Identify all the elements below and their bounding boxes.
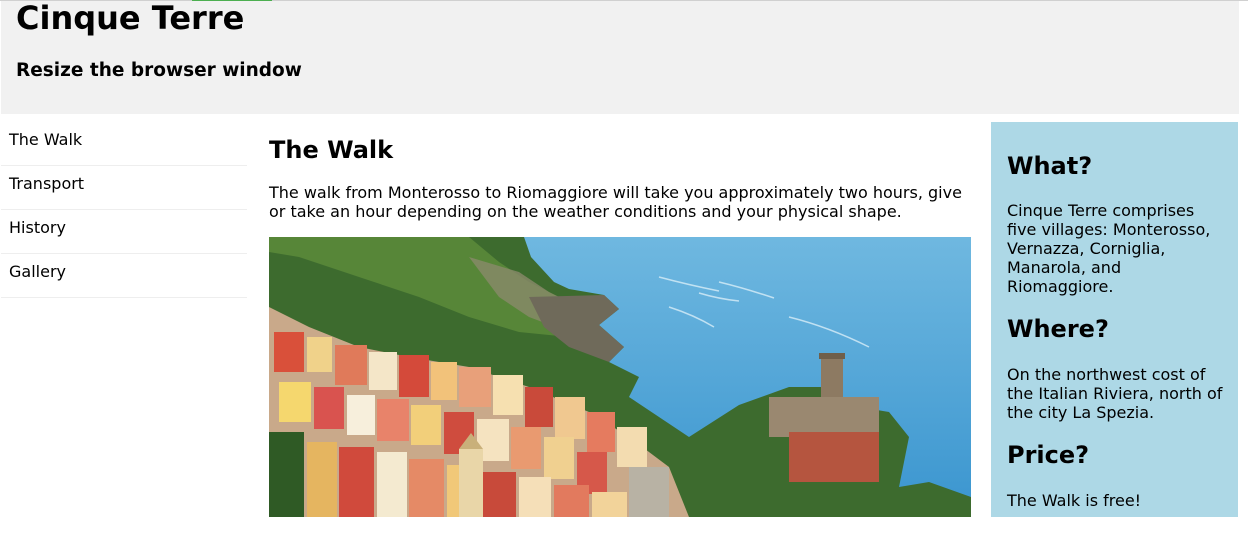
- where-body: On the northwest cost of the Italian Riv…: [1007, 365, 1227, 422]
- menu-item-history[interactable]: History: [1, 210, 247, 254]
- main-content: The Walk The walk from Monterosso to Rio…: [269, 122, 971, 221]
- what-heading: What?: [1007, 152, 1093, 180]
- price-heading: Price?: [1007, 441, 1090, 469]
- what-section: What?: [1007, 152, 1227, 180]
- main-paragraph: The walk from Monterosso to Riomaggiore …: [269, 183, 962, 221]
- price-body: The Walk is free!: [1007, 491, 1227, 510]
- side-menu: The Walk Transport History Gallery: [1, 122, 247, 298]
- page-subtitle: Resize the browser window: [16, 60, 302, 81]
- where-heading: Where?: [1007, 315, 1109, 343]
- menu-item-the-walk[interactable]: The Walk: [1, 122, 247, 166]
- page-header: Cinque Terre Resize the browser window: [1, 0, 1239, 114]
- price-section: Price?: [1007, 441, 1227, 469]
- what-body: Cinque Terre comprises five villages: Mo…: [1007, 201, 1227, 296]
- what-text: Cinque Terre comprises five villages: Mo…: [1007, 201, 1211, 296]
- menu-item-gallery[interactable]: Gallery: [1, 254, 247, 298]
- page-title: Cinque Terre: [16, 0, 245, 37]
- info-sidebar: What? Cinque Terre comprises five villag…: [991, 122, 1238, 517]
- church-tower: [459, 433, 483, 517]
- menu-item-transport[interactable]: Transport: [1, 166, 247, 210]
- cinque-terre-photo: [269, 237, 971, 517]
- price-text: The Walk is free!: [1007, 491, 1142, 510]
- main-heading: The Walk: [269, 136, 394, 164]
- where-section: Where?: [1007, 315, 1227, 343]
- coastal-village-illustration: [269, 237, 971, 517]
- where-text: On the northwest cost of the Italian Riv…: [1007, 365, 1223, 422]
